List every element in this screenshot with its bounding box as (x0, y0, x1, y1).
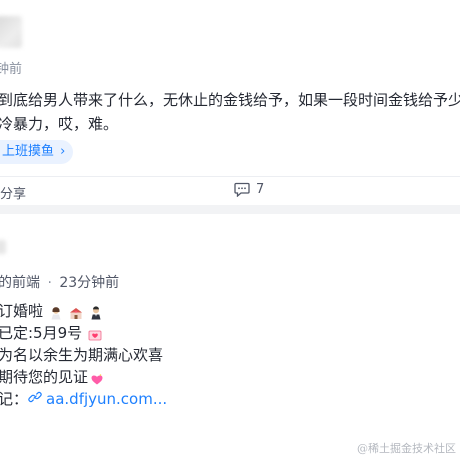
post-time: 23分钟前 (59, 275, 120, 291)
post-line: 已定:5月9号 (0, 322, 167, 344)
avatar[interactable] (0, 240, 6, 254)
divider (0, 176, 460, 177)
post-line: 记： aa.dfjyun.com... (0, 388, 167, 410)
external-link[interactable]: aa.dfjyun.com... (28, 388, 167, 410)
topic-tag[interactable]: 上班摸鱼 › (0, 140, 74, 164)
sparkling-heart-emoji-icon (90, 370, 104, 385)
chevron-right-icon: › (60, 144, 66, 159)
post-content-line: 到底给男人带来了什么，无休止的金钱给予，如果一段时间金钱给予少了， (0, 91, 460, 109)
post-content[interactable]: 到底给男人带来了什么，无休止的金钱给予，如果一段时间金钱给予少了， 冷暴力，哎，… (0, 88, 460, 136)
comment-button[interactable]: 7 (234, 182, 264, 197)
link-text: aa.dfjyun.com... (46, 390, 168, 408)
post-line-text: 为名以余生为期满心欢喜 (0, 346, 164, 364)
post-content-line: 冷暴力，哎，难。 (0, 115, 119, 133)
comment-icon (234, 182, 250, 197)
author-name[interactable]: 的前端 (0, 275, 40, 291)
post-line-text: 订婚啦 (0, 302, 44, 320)
share-button[interactable]: 分享 (0, 183, 26, 202)
avatar[interactable] (0, 16, 22, 48)
wedding-emoji-icon (69, 304, 83, 319)
love-letter-emoji-icon (88, 326, 102, 341)
post-line: 订婚啦 (0, 300, 167, 322)
link-icon (28, 388, 42, 410)
post-line: 为名以余生为期满心欢喜 (0, 344, 167, 366)
watermark: @稀土掘金技术社区 (357, 442, 456, 455)
post-body[interactable]: 订婚啦 已定:5月9号 为名以余生为期满心欢喜 期待您的见证 记： aa.dfj… (0, 300, 167, 410)
groom-emoji-icon (89, 304, 103, 320)
topic-tag-label: 上班摸鱼 (2, 144, 55, 159)
post-time: 钟前 (0, 62, 23, 77)
post-line-text: 已定:5月9号 (0, 324, 83, 342)
comment-count: 7 (256, 182, 265, 197)
post-meta: 的前端 · 23分钟前 (0, 272, 119, 292)
post-line-text: 期待您的见证 (0, 368, 89, 386)
bride-emoji-icon (49, 304, 63, 320)
share-label: 分享 (0, 187, 27, 202)
meta-separator: · (47, 275, 52, 291)
post-card-1: 钟前 到底给男人带来了什么，无休止的金钱给予，如果一段时间金钱给予少了， 冷暴力… (0, 0, 460, 205)
post-line: 期待您的见证 (0, 366, 167, 388)
post-line-prefix: 记： (0, 390, 29, 408)
